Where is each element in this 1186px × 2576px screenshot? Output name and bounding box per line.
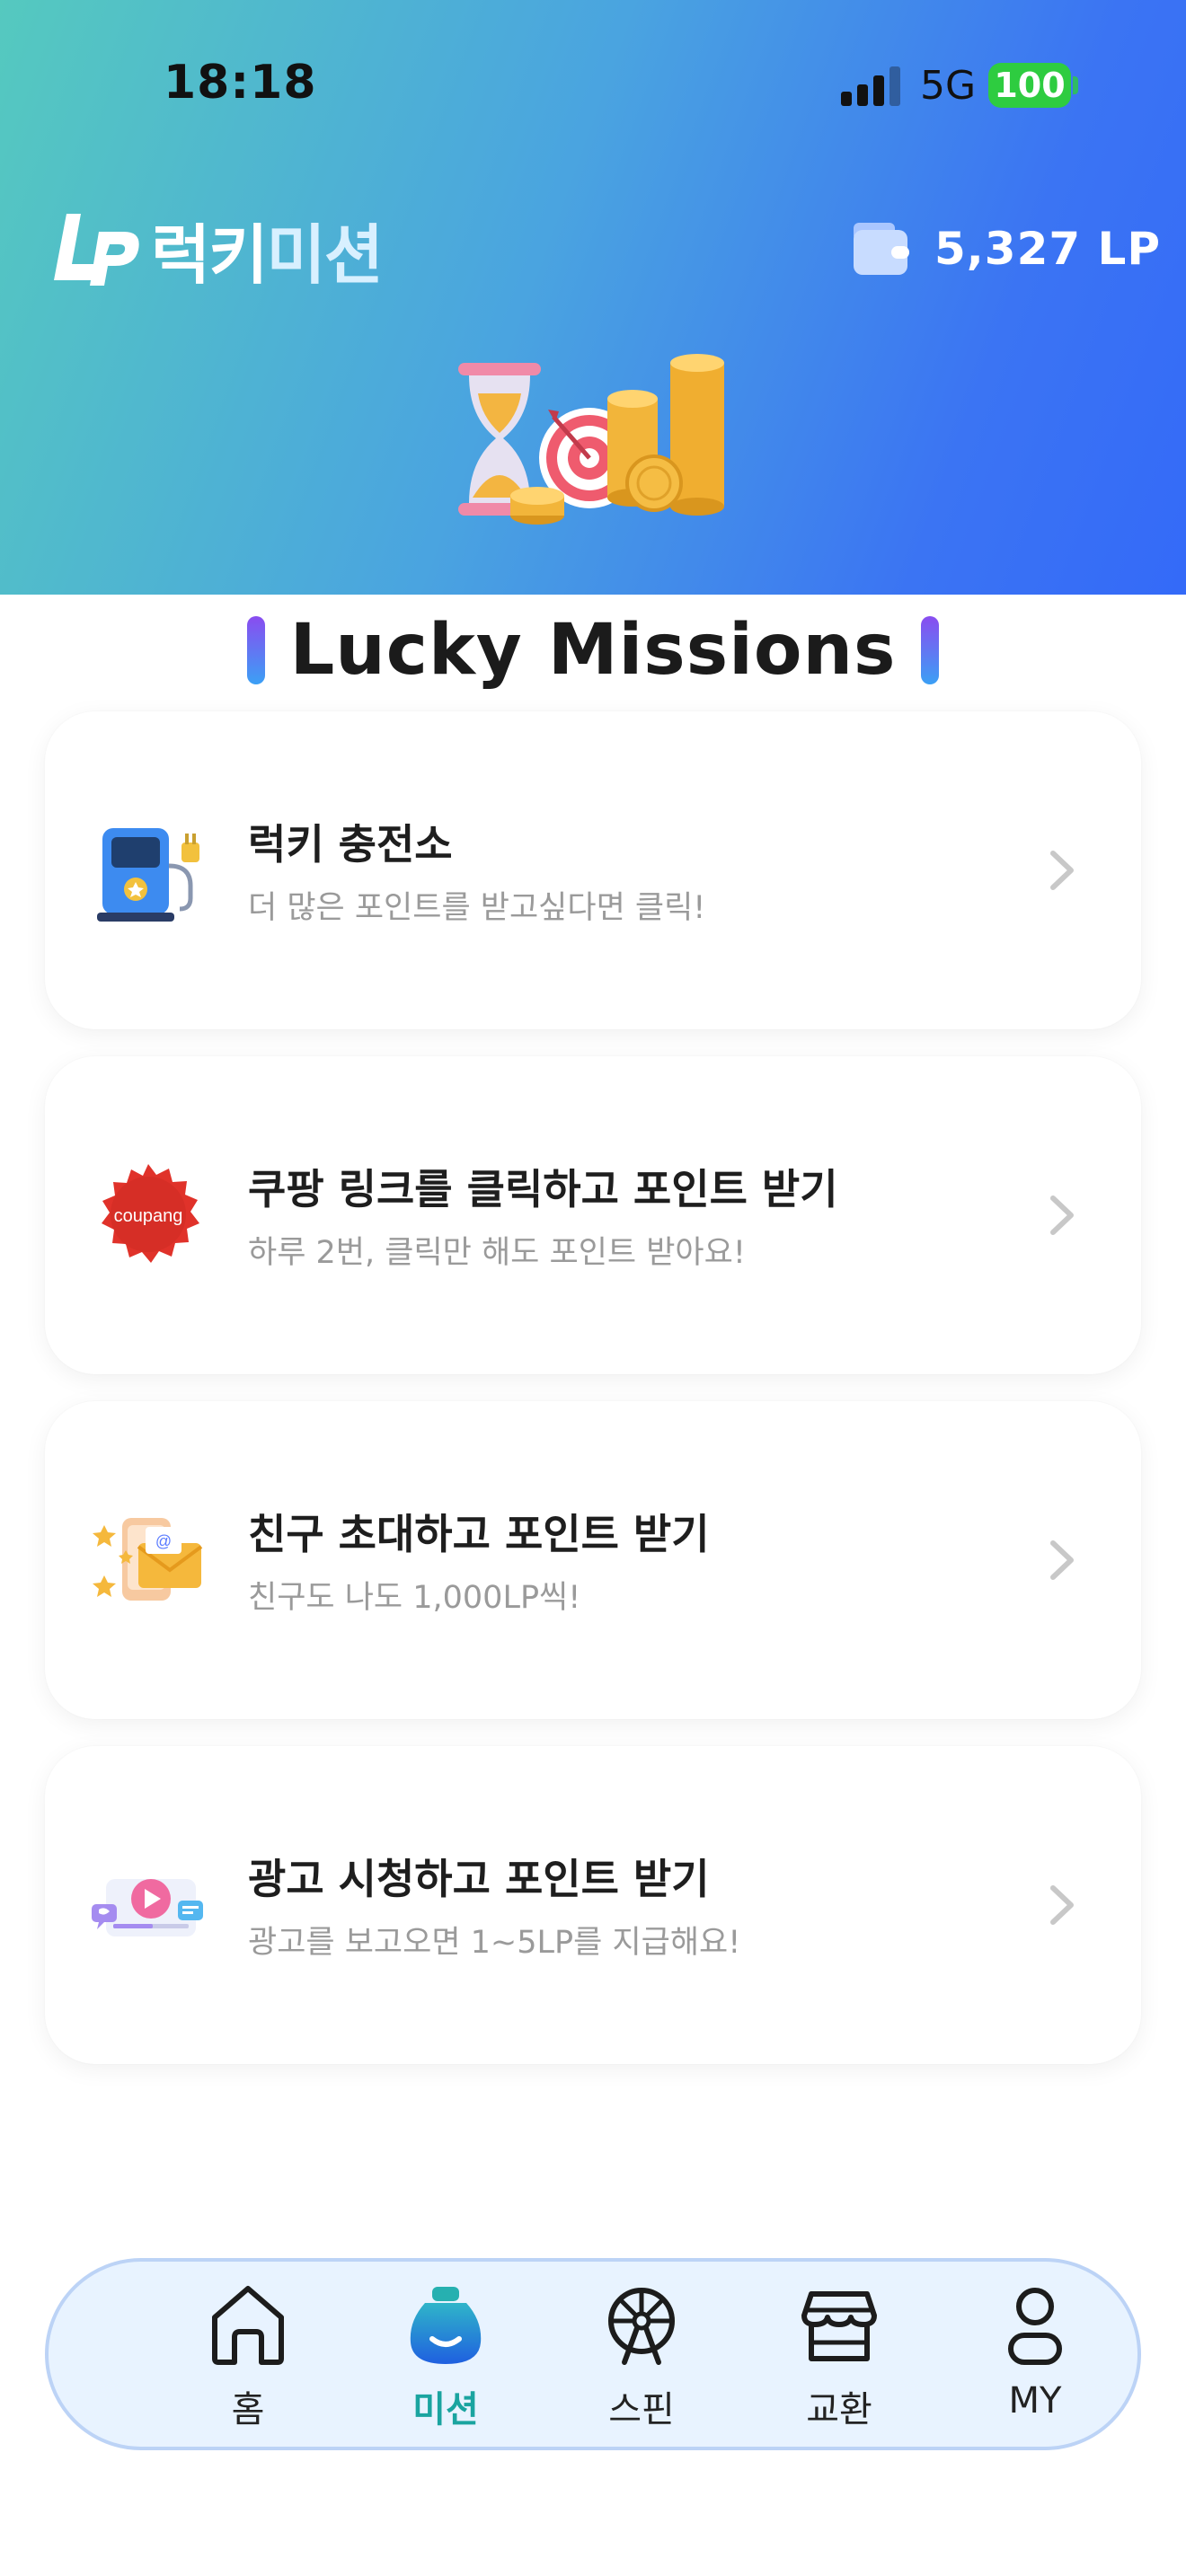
cellular-signal-icon xyxy=(841,66,900,106)
status-time: 18:18 xyxy=(164,56,317,110)
hourglass-target-coins-illustration xyxy=(458,354,724,525)
coupang-badge-icon: coupang xyxy=(90,1157,207,1274)
tab-spin-label: 스핀 xyxy=(608,2389,675,2430)
mission-subtitle: 광고를 보고오면 1~5LP를 지급해요! xyxy=(248,1925,741,1961)
network-type: 5G xyxy=(920,63,977,109)
mission-card-lucky-charging[interactable]: 럭키 충전소 더 많은 포인트를 받고싶다면 클릭! xyxy=(45,711,1141,1029)
tab-exchange-label: 교환 xyxy=(806,2389,872,2430)
lp-logo-icon xyxy=(54,214,139,286)
page-title: Lucky Missions xyxy=(289,610,897,691)
mission-subtitle: 친구도 나도 1,000LP씩! xyxy=(248,1580,581,1616)
section-heading: Lucky Missions xyxy=(0,605,1186,695)
charging-station-icon xyxy=(90,812,207,929)
wallet-icon xyxy=(854,223,909,275)
ferris-wheel-icon xyxy=(608,2288,675,2365)
mission-bag-icon xyxy=(410,2287,482,2364)
tab-mission-label: 미션 xyxy=(412,2389,479,2430)
mission-card-invite-friend[interactable]: @ 친구 초대하고 포인트 받기 친구도 나도 1,000LP씩! xyxy=(45,1401,1141,1719)
mission-title: 친구 초대하고 포인트 받기 xyxy=(248,1510,710,1558)
mission-card-coupang-link[interactable]: coupang 쿠팡 링크를 클릭하고 포인트 받기 하루 2번, 클릭만 해도… xyxy=(45,1056,1141,1374)
brand-name-accent: 미션 xyxy=(266,216,383,293)
mission-list: 럭키 충전소 더 많은 포인트를 받고싶다면 클릭! coupang 쿠팡 링크… xyxy=(45,711,1141,2091)
mission-title: 럭키 충전소 xyxy=(248,820,453,869)
brand-logo[interactable]: 럭키미션 xyxy=(54,208,384,293)
tab-exchange[interactable]: 교환 xyxy=(758,2262,920,2447)
user-icon xyxy=(1008,2288,1062,2365)
mission-card-watch-ad[interactable]: 광고 시청하고 포인트 받기 광고를 보고오면 1~5LP를 지급해요! xyxy=(45,1746,1141,2064)
bottom-tab-bar: 홈 미션 스핀 교환 MY xyxy=(45,2258,1141,2450)
video-ad-icon xyxy=(90,1847,207,1963)
header-banner: 18:18 5G 100 럭키미션 5,327 LP xyxy=(0,0,1186,595)
wallet-amount: 5,327 LP xyxy=(934,223,1162,275)
title-accent-bar-left xyxy=(246,616,265,684)
tab-home[interactable]: 홈 xyxy=(167,2262,329,2447)
home-icon xyxy=(212,2286,284,2365)
tab-my[interactable]: MY xyxy=(954,2262,1116,2447)
chevron-right-icon xyxy=(1050,1540,1074,1580)
status-bar: 18:18 5G 100 xyxy=(0,0,1186,180)
svg-text:@: @ xyxy=(155,1532,172,1550)
title-accent-bar-right xyxy=(921,616,940,684)
battery-tip-icon xyxy=(1073,76,1078,94)
mission-subtitle: 더 많은 포인트를 받고싶다면 클릭! xyxy=(248,890,706,926)
chevron-right-icon xyxy=(1050,851,1074,890)
mission-subtitle: 하루 2번, 클릭만 해도 포인트 받아요! xyxy=(248,1235,746,1271)
battery-indicator: 100 xyxy=(988,63,1071,108)
brand-name-main: 럭키 xyxy=(151,216,268,293)
tab-mission[interactable]: 미션 xyxy=(365,2262,527,2447)
mission-title: 광고 시청하고 포인트 받기 xyxy=(248,1855,710,1903)
tab-spin[interactable]: 스핀 xyxy=(561,2262,722,2447)
mission-title: 쿠팡 링크를 클릭하고 포인트 받기 xyxy=(248,1165,838,1213)
invite-envelope-icon: @ xyxy=(90,1502,207,1619)
chevron-right-icon xyxy=(1050,1195,1074,1235)
tab-home-label: 홈 xyxy=(231,2389,265,2430)
chevron-right-icon xyxy=(1050,1885,1074,1925)
store-icon xyxy=(801,2291,877,2361)
coupang-badge-text: coupang xyxy=(114,1206,183,1226)
wallet-balance[interactable]: 5,327 LP xyxy=(852,221,1161,277)
tab-my-label: MY xyxy=(1008,2380,1062,2422)
brand-name: 럭키미션 xyxy=(151,202,384,296)
